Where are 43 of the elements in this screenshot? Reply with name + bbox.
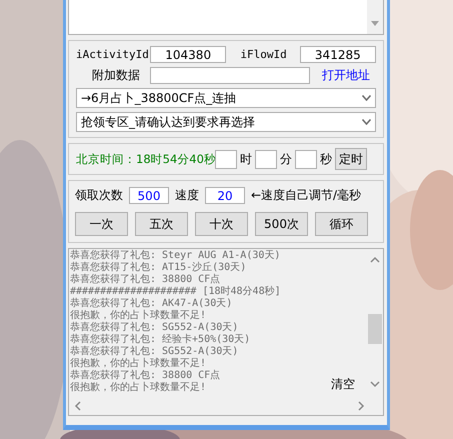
action-button[interactable]: 一次: [75, 212, 128, 236]
unit-label: 时: [240, 150, 252, 168]
action-button[interactable]: 循环: [315, 212, 368, 236]
log-line: ##################### [18时48分48秒]: [70, 286, 281, 298]
field-label: 附加数据: [91, 67, 140, 84]
dropdown[interactable]: 抢领专区_请确认达到要求再选择: [76, 112, 376, 132]
log-line: 恭喜您获得了礼包: 38800 CF点: [70, 370, 220, 382]
clear-button[interactable]: 清空: [331, 376, 355, 393]
log-line: 恭喜您获得了礼包: Steyr AUG A1-A(30天): [70, 250, 280, 262]
dropdown[interactable]: →6月占卜_38800CF点_连抽: [76, 88, 376, 108]
text-area[interactable]: [68, 0, 384, 35]
log-line: 很抱歉，你的占卜球数量不足!: [70, 310, 206, 322]
timer-button[interactable]: 定时: [335, 148, 367, 170]
log-line: 恭喜您获得了礼包: 38800 CF点: [70, 274, 220, 286]
log-line: 恭喜您获得了礼包: AK47-A(30天): [70, 298, 232, 310]
input-field[interactable]: 104380: [150, 46, 226, 63]
time-input[interactable]: [215, 150, 237, 168]
field-label: iFlowId: [240, 48, 288, 61]
log-line: 恭喜您获得了礼包: 经验卡+50%(30天): [70, 334, 250, 346]
speed-input[interactable]: 20: [205, 187, 245, 204]
chevron-down-icon: [362, 119, 371, 125]
input-field[interactable]: [150, 67, 310, 84]
count-input[interactable]: 500: [129, 187, 169, 204]
log-line: 很抱歉，你的占卜球数量不足!: [70, 358, 206, 370]
count-label: 领取次数: [75, 187, 123, 204]
log-line: 恭喜您获得了礼包: SG552-A(30天): [70, 346, 238, 358]
input-field[interactable]: 341285: [300, 46, 376, 63]
scroll-down-icon[interactable]: [371, 21, 379, 26]
time-input[interactable]: [295, 150, 317, 168]
action-button[interactable]: 十次: [195, 212, 248, 236]
unit-label: 分: [280, 150, 292, 168]
speed-hint: ←速度自己调节/毫秒: [251, 187, 362, 204]
unit-label: 秒: [320, 150, 332, 168]
log-line: 恭喜您获得了礼包: AT15-沙丘(30天): [70, 262, 246, 274]
field-label: iActivityId: [76, 48, 146, 61]
open-address-link[interactable]: 打开地址: [322, 67, 370, 84]
time-input[interactable]: [255, 150, 277, 168]
log-line: 很抱歉，你的占卜球数量不足!: [70, 382, 206, 394]
speed-label: 速度: [175, 187, 199, 204]
action-button[interactable]: 500次: [255, 212, 308, 236]
chevron-down-icon: [362, 95, 371, 101]
action-button[interactable]: 五次: [135, 212, 188, 236]
log-line: 恭喜您获得了礼包: SG552-A(30天): [70, 322, 238, 334]
